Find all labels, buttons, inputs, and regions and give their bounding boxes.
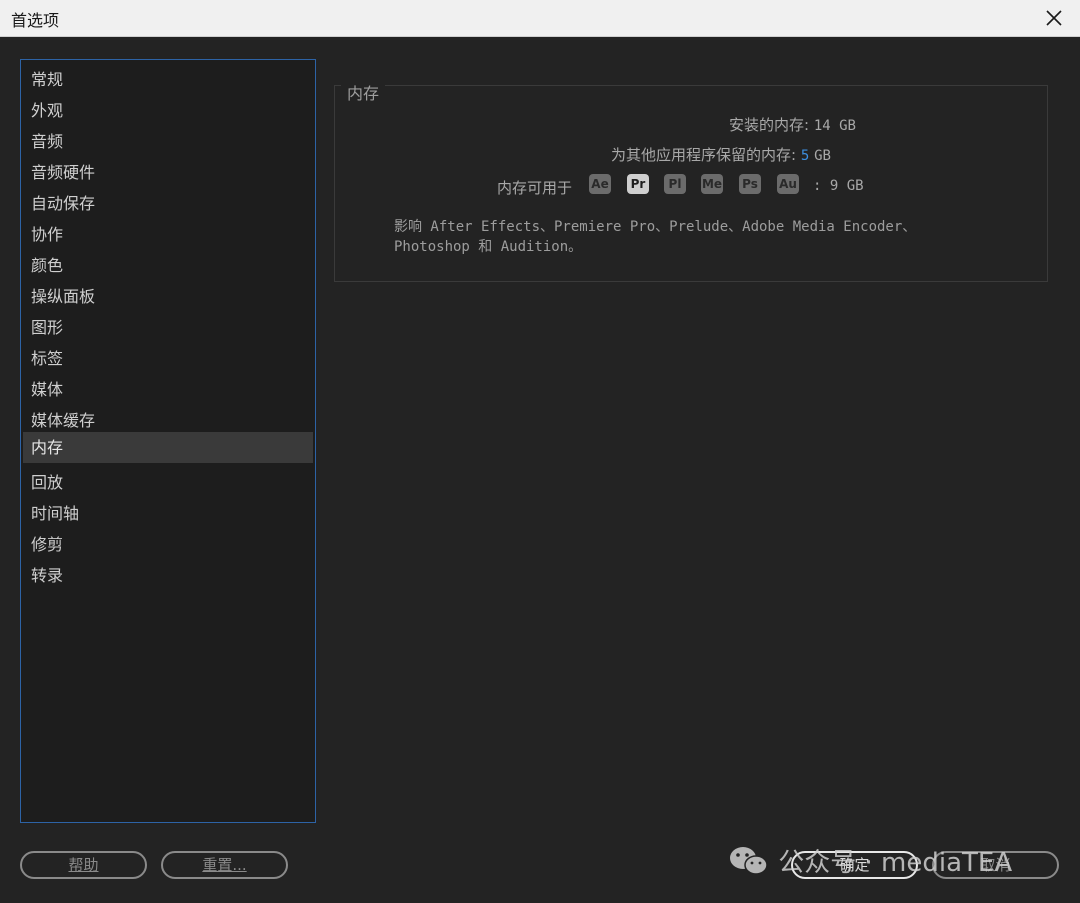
premiere-pro-icon: Pr (627, 174, 649, 194)
wechat-icon (730, 846, 768, 875)
sidebar-item-audio[interactable]: 音频 (23, 126, 313, 157)
audition-icon: Au (777, 174, 799, 194)
installed-memory-value: 14 GB (813, 118, 856, 134)
sidebar-item-collaboration[interactable]: 协作 (23, 219, 313, 250)
after-effects-icon: Ae (589, 174, 611, 194)
help-button-label: 帮助 (68, 856, 99, 874)
sidebar-item-graphics[interactable]: 图形 (23, 312, 313, 343)
sidebar-item-general[interactable]: 常规 (23, 64, 313, 95)
help-button[interactable]: 帮助 (20, 851, 147, 879)
preferences-category-list[interactable]: 常规 外观 音频 音频硬件 自动保存 协作 颜色 操纵面板 图形 标签 媒体 媒… (20, 59, 316, 823)
sidebar-item-media[interactable]: 媒体 (23, 374, 313, 405)
available-memory-label: 内存可用于 (497, 179, 573, 197)
memory-section-title: 内存 (341, 80, 386, 104)
sidebar-item-memory[interactable]: 内存 (23, 432, 313, 463)
available-memory-value: : 9 GB (813, 178, 864, 194)
sidebar-item-labels[interactable]: 标签 (23, 343, 313, 374)
memory-description-line-1: 影响 After Effects、Premiere Pro、Prelude、Ad… (394, 219, 917, 235)
sidebar-item-audio-hardware[interactable]: 音频硬件 (23, 157, 313, 188)
sidebar-item-transcription[interactable]: 转录 (23, 560, 313, 591)
memory-description: 影响 After Effects、Premiere Pro、Prelude、Ad… (394, 217, 954, 257)
reset-button[interactable]: 重置... (161, 851, 288, 879)
window-title: 首选项 (11, 11, 60, 30)
installed-memory-label: 安装的内存: (729, 116, 810, 134)
reserved-memory-unit: GB (814, 148, 831, 164)
memory-description-line-2: Photoshop 和 Audition。 (394, 239, 583, 255)
reset-button-label: 重置... (202, 856, 247, 874)
installed-memory-row: 安装的内存: 14 GB (729, 114, 856, 135)
close-icon[interactable] (1042, 6, 1066, 30)
reserved-memory-row: 为其他应用程序保留的内存: 5 GB (611, 144, 831, 165)
title-bar: 首选项 (0, 0, 1080, 37)
photoshop-icon: Ps (739, 174, 761, 194)
media-encoder-icon: Me (701, 174, 723, 194)
sidebar-item-playback[interactable]: 回放 (23, 467, 313, 498)
watermark-text: 公众号 · mediaTEA (778, 848, 1013, 878)
sidebar-item-control-surface[interactable]: 操纵面板 (23, 281, 313, 312)
prelude-icon: Pl (664, 174, 686, 194)
reserved-memory-value[interactable]: 5 (801, 148, 809, 164)
sidebar-item-trim[interactable]: 修剪 (23, 529, 313, 560)
watermark: 公众号 · mediaTEA (728, 842, 1012, 878)
reserved-memory-label: 为其他应用程序保留的内存: (611, 146, 797, 164)
sidebar-item-color[interactable]: 颜色 (23, 250, 313, 281)
sidebar-item-timeline[interactable]: 时间轴 (23, 498, 313, 529)
sidebar-item-auto-save[interactable]: 自动保存 (23, 188, 313, 219)
sidebar-item-appearance[interactable]: 外观 (23, 95, 313, 126)
